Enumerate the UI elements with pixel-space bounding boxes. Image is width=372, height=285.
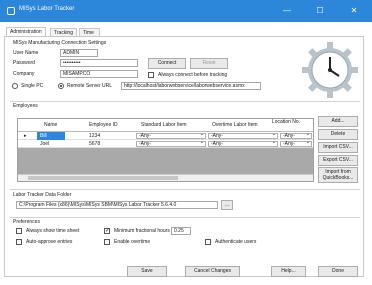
data-folder-divider [10, 189, 360, 190]
scrollbar-thumb[interactable] [28, 176, 178, 180]
employees-heading: Employees [13, 103, 38, 109]
app-icon [7, 7, 15, 15]
cell-employee-id[interactable]: 1234 [89, 133, 100, 139]
cell-employee-id[interactable]: 5678 [89, 141, 100, 147]
reset-button[interactable]: Reset [190, 58, 228, 69]
table-row[interactable]: Joel 5678 -Any- -Any- -Any- [18, 140, 313, 148]
data-folder-field[interactable]: C:\Program Files (x86)\MISys\MISys SBM\M… [16, 201, 218, 209]
col-overtime-labor[interactable]: Overtime Labor Item [212, 122, 258, 128]
cell-name[interactable]: Bill [40, 133, 47, 139]
auto-approve-checkbox[interactable] [16, 239, 22, 245]
preferences-divider [10, 217, 360, 218]
connection-heading: MISys Manufacturing Connection Settings [13, 40, 107, 46]
close-button[interactable]: ✕ [343, 3, 365, 19]
company-field[interactable]: MISAMPCO [60, 70, 138, 78]
preferences-heading: Preferences [13, 219, 40, 225]
add-button[interactable]: Add... [318, 116, 358, 127]
authenticate-users-label: Authenticate users [215, 239, 257, 245]
employees-grid[interactable]: Name Employee ID Standard Labor Item Ove… [17, 118, 314, 182]
single-pc-radio[interactable] [12, 83, 18, 89]
export-csv-button[interactable]: Export CSV... [318, 155, 358, 166]
password-field[interactable]: •••••••••• [60, 59, 138, 67]
save-button[interactable]: Save [127, 266, 167, 277]
authenticate-users-checkbox[interactable] [205, 239, 211, 245]
always-connect-label: Always connect before tracking [158, 72, 228, 78]
import-csv-button[interactable]: Import CSV... [318, 142, 358, 153]
maximize-button[interactable]: ☐ [309, 3, 331, 19]
done-button[interactable]: Done [318, 266, 358, 277]
always-show-checkbox[interactable] [16, 228, 22, 234]
grid-header: Name Employee ID Standard Labor Item Ove… [18, 119, 313, 132]
min-hours-label: Minimum fractional hours [114, 228, 170, 234]
always-show-label: Always show time sheet [26, 228, 80, 234]
cell-name[interactable]: Joel [40, 141, 49, 147]
min-hours-checkbox[interactable] [104, 227, 110, 235]
window-title: MISys Labor Tracker [19, 6, 75, 12]
cell-overtime-labor[interactable]: -Any- [208, 140, 278, 147]
always-connect-checkbox[interactable] [148, 72, 154, 78]
title-bar: MISys Labor Tracker — ☐ ✕ [0, 0, 372, 22]
password-label: Password [13, 60, 35, 66]
col-name[interactable]: Name [44, 122, 57, 128]
company-label: Company [13, 71, 35, 77]
cell-standard-labor[interactable]: -Any- [136, 140, 206, 147]
remote-url-field[interactable]: http://localhost/laborwebservice/laborwe… [121, 82, 261, 90]
min-hours-stepper[interactable]: 0.25 [171, 227, 191, 235]
cell-standard-labor[interactable]: -Any- [136, 132, 206, 139]
row-marker-icon: ▸ [24, 133, 27, 139]
col-employee-id[interactable]: Employee ID [89, 122, 118, 128]
enable-overtime-checkbox[interactable] [104, 239, 110, 245]
delete-button[interactable]: Delete [318, 129, 358, 140]
remote-server-label: Remote Server URL [67, 83, 113, 89]
cell-overtime-labor[interactable]: -Any- [208, 132, 278, 139]
single-pc-label: Single PC [21, 83, 44, 89]
horizontal-scrollbar[interactable] [18, 174, 313, 181]
connect-button[interactable]: Connect [148, 58, 186, 69]
table-row[interactable]: ▸ Bill 1234 -Any- -Any- -Any- [18, 132, 313, 140]
minimize-button[interactable]: — [276, 3, 298, 19]
enable-overtime-label: Enable overtime [114, 239, 151, 245]
cancel-changes-button[interactable]: Cancel Changes [185, 266, 240, 277]
cell-location[interactable]: -Any- [280, 140, 312, 147]
remote-server-radio[interactable] [58, 83, 64, 89]
user-name-label: User Name [13, 50, 39, 56]
user-name-field[interactable]: ADMIN [60, 49, 98, 57]
help-button[interactable]: Help... [271, 266, 306, 277]
data-folder-heading: Labor Tracker Data Folder [13, 192, 72, 198]
import-quickbooks-button[interactable]: Import from QuickBooks... [318, 167, 358, 183]
browse-button[interactable]: ... [221, 200, 233, 210]
col-location[interactable]: Location No. [272, 120, 302, 125]
auto-approve-label: Auto-approve entries [26, 239, 73, 245]
col-standard-labor[interactable]: Standard Labor Item [141, 122, 187, 128]
clock-gear-icon [302, 42, 358, 98]
employees-divider [10, 101, 360, 102]
